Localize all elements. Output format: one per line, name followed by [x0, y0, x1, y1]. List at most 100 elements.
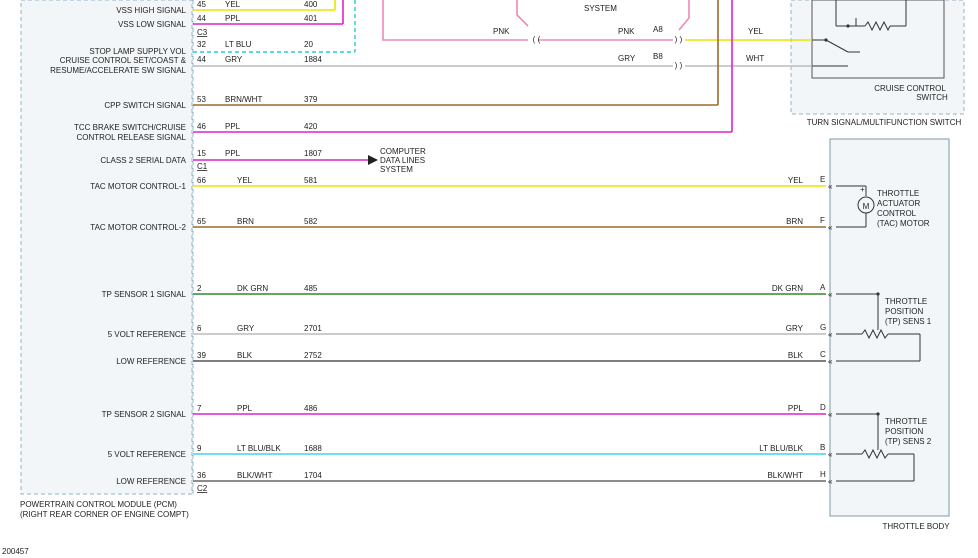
color-low-2: BLK/WHT: [237, 471, 273, 480]
pin-tac1: 66: [197, 176, 206, 185]
tac-motor-m: M: [863, 202, 870, 211]
pin-tp2: 7: [197, 404, 202, 413]
pcm-label-low-ref-2: LOW REFERENCE: [116, 477, 186, 486]
svg-text:«: «: [828, 450, 833, 459]
pcm-label-vss-high: VSS HIGH SIGNAL: [116, 6, 186, 15]
tb-pin-a: A: [820, 283, 826, 292]
pin-low-2: 36: [197, 471, 206, 480]
color-class2: PPL: [225, 149, 241, 158]
tac-motor-line-2: ACTUATOR: [877, 199, 920, 208]
pcm-label-tcc-2: CONTROL RELEASE SIGNAL: [76, 133, 186, 142]
pcm-label-cruise-set: CRUISE CONTROL SET/COAST &: [60, 56, 187, 65]
circuit-1807: 1807: [304, 149, 322, 158]
tb-pin-e: E: [820, 175, 825, 184]
pcm-label-tac1: TAC MOTOR CONTROL-1: [90, 182, 186, 191]
color-stop-lamp: LT BLU: [225, 40, 252, 49]
pcm-label-tcc: TCC BRAKE SWITCH/CRUISE: [74, 123, 186, 132]
pcm-label-tp2: TP SENSOR 2 SIGNAL: [102, 410, 187, 419]
pcm-label-cruise-resume: RESUME/ACCELERATE SW SIGNAL: [50, 66, 186, 75]
circuit-379: 379: [304, 95, 318, 104]
pcm-label-5v-ref-1: 5 VOLT REFERENCE: [108, 330, 186, 339]
pin-low-1: 39: [197, 351, 206, 360]
circuit-1704: 1704: [304, 471, 322, 480]
pin-5v-2: 9: [197, 444, 202, 453]
connector-c1: C1: [197, 162, 208, 171]
circuit-581: 581: [304, 176, 318, 185]
computer-lines-1: COMPUTER: [380, 147, 426, 156]
color-tac1: YEL: [237, 176, 253, 185]
tps1-line-3: (TP) SENS 1: [885, 317, 932, 326]
pin-tcc: 46: [197, 122, 206, 131]
tb-color-b: LT BLU/BLK: [759, 444, 803, 453]
pcm-label-tac2: TAC MOTOR CONTROL-2: [90, 223, 186, 232]
circuit-2701: 2701: [304, 324, 322, 333]
pcm-label-low-ref-1: LOW REFERENCE: [116, 357, 186, 366]
tb-color-f: BRN: [786, 217, 803, 226]
svg-text:«: «: [828, 410, 833, 419]
top-gry: GRY: [618, 54, 636, 63]
color-low-1: BLK: [237, 351, 253, 360]
top-system-text: SYSTEM: [584, 4, 617, 13]
color-tp2: PPL: [237, 404, 253, 413]
circuit-20: 20: [304, 40, 313, 49]
color-5v-2: LT BLU/BLK: [237, 444, 281, 453]
connector-c3: C3: [197, 28, 208, 37]
svg-text:+: +: [860, 185, 865, 194]
pin-tac2: 65: [197, 217, 206, 226]
svg-text:«: «: [828, 223, 833, 232]
tb-color-e: YEL: [788, 176, 804, 185]
computer-lines-2: DATA LINES: [380, 156, 425, 165]
cruise-switch-label-2: SWITCH: [916, 93, 948, 102]
svg-text:): ): [675, 35, 678, 44]
color-tp1: DK GRN: [237, 284, 268, 293]
top-a8: A8: [653, 25, 663, 34]
pin-tp1: 2: [197, 284, 202, 293]
pcm-label-tp1: TP SENSOR 1 SIGNAL: [102, 290, 187, 299]
svg-text:«: «: [828, 330, 833, 339]
circuit-2752: 2752: [304, 351, 322, 360]
circuit-485: 485: [304, 284, 318, 293]
circuit-401: 401: [304, 14, 318, 23]
color-tcc: PPL: [225, 122, 241, 131]
tb-color-d: PPL: [788, 404, 804, 413]
tps1-line-2: POSITION: [885, 307, 923, 316]
computer-lines-3: SYSTEM: [380, 165, 413, 174]
connector-c2: C2: [197, 484, 208, 493]
pin-vss-high: 45: [197, 0, 206, 9]
pcm-title-2: (RIGHT REAR CORNER OF ENGINE COMPT): [20, 510, 189, 519]
tac-motor-line-4: (TAC) MOTOR: [877, 219, 930, 228]
pcm-title-1: POWERTRAIN CONTROL MODULE (PCM): [20, 500, 177, 509]
circuit-1688: 1688: [304, 444, 322, 453]
throttle-body-title: THROTTLE BODY: [882, 522, 950, 531]
color-cpp: BRN/WHT: [225, 95, 262, 104]
circuit-400: 400: [304, 0, 318, 9]
wiring-diagram: ( ( ) ) ) ) « « « « « « « « + VSS HIGH S…: [2, 0, 965, 556]
tb-color-c: BLK: [788, 351, 804, 360]
tps2-line-3: (TP) SENS 2: [885, 437, 932, 446]
color-vss-low: PPL: [225, 14, 241, 23]
pin-stop-lamp: 32: [197, 40, 206, 49]
svg-text:): ): [680, 35, 683, 44]
top-wht: WHT: [746, 54, 764, 63]
pcm-label-vss-low: VSS LOW SIGNAL: [118, 20, 187, 29]
pin-class2: 15: [197, 149, 206, 158]
color-5v-1: GRY: [237, 324, 255, 333]
svg-text:): ): [680, 61, 683, 70]
tac-motor-line-1: THROTTLE: [877, 189, 919, 198]
pcm-label-cpp: CPP SWITCH SIGNAL: [104, 101, 186, 110]
svg-text:«: «: [828, 477, 833, 486]
svg-text:(: (: [538, 35, 541, 44]
figure-id: 200457: [2, 547, 29, 556]
tb-pin-d: D: [820, 403, 826, 412]
top-pnk-left: PNK: [493, 27, 510, 36]
color-tac2: BRN: [237, 217, 254, 226]
tac-motor-line-3: CONTROL: [877, 209, 917, 218]
pin-cruise: 44: [197, 55, 206, 64]
cruise-switch-label-1: CRUISE CONTROL: [874, 84, 946, 93]
tb-color-a: DK GRN: [772, 284, 803, 293]
tb-color-h: BLK/WHT: [767, 471, 803, 480]
svg-text:«: «: [828, 357, 833, 366]
multifunction-switch-label: TURN SIGNAL/MULTIFUNCTION SWITCH: [807, 118, 962, 127]
pcm-label-class2: CLASS 2 SERIAL DATA: [100, 156, 186, 165]
top-wiring: ( ( ) ) ) ): [193, 0, 812, 165]
